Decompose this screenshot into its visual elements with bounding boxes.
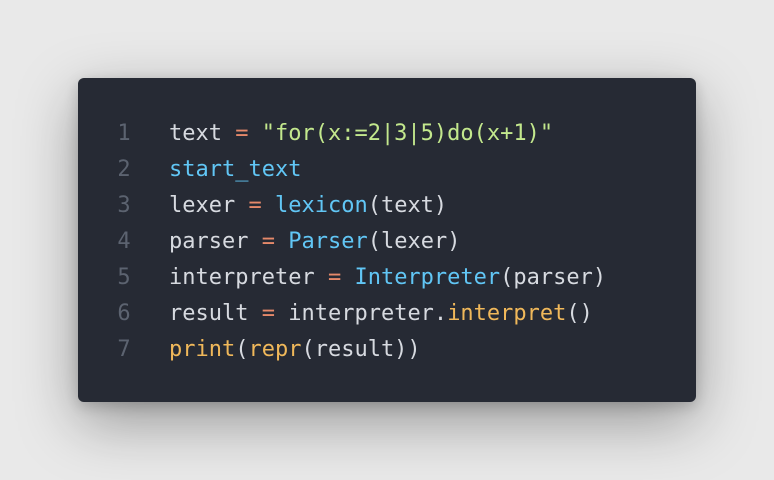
code-token-fn: Parser bbox=[288, 229, 368, 254]
line-code: start_text bbox=[169, 152, 301, 188]
code-token-plain: (text) bbox=[367, 193, 448, 218]
code-token-fn: start_text bbox=[169, 157, 302, 182]
code-line: 4 parser = Parser(lexer) bbox=[78, 224, 696, 260]
line-code: result = interpreter.interpret() bbox=[169, 296, 593, 332]
code-token-plain: (parser) bbox=[500, 265, 607, 290]
code-token-method: interpret bbox=[447, 301, 567, 326]
line-number: 7 bbox=[117, 337, 131, 362]
code-token-plain: interpreter. bbox=[288, 301, 448, 326]
line-code: parser = Parser(lexer) bbox=[169, 224, 460, 260]
code-token-str: "for(x:=2|3|5)do(x+1)" bbox=[261, 121, 554, 146]
code-snippet-window: 1 text = "for(x:=2|3|5)do(x+1)" 2 start_tex… bbox=[78, 78, 696, 402]
line-code: lexer = lexicon(text) bbox=[169, 188, 447, 224]
code-token-plain: lexer bbox=[169, 193, 236, 218]
code-line: 3 lexer = lexicon(text) bbox=[78, 188, 696, 224]
line-number: 1 bbox=[117, 121, 131, 146]
code-token-plain: (result)) bbox=[301, 337, 421, 362]
code-token-op: = bbox=[235, 121, 249, 146]
line-number: 4 bbox=[117, 229, 131, 254]
code-token-plain: interpreter bbox=[169, 265, 315, 290]
code-token-op: = bbox=[248, 193, 262, 218]
code-token-plain: () bbox=[566, 301, 593, 326]
code-line: 2 start_text bbox=[78, 152, 696, 188]
code-token-op: = bbox=[261, 229, 275, 254]
line-number: 5 bbox=[117, 265, 131, 290]
line-number: 6 bbox=[117, 301, 131, 326]
code-token-plain: text bbox=[169, 121, 222, 146]
code-token-fn: lexicon bbox=[274, 193, 368, 218]
line-number: 3 bbox=[117, 193, 131, 218]
code-token-builtin: print bbox=[169, 337, 236, 362]
line-number: 2 bbox=[117, 157, 131, 182]
code-lines: 1 text = "for(x:=2|3|5)do(x+1)" 2 start_tex… bbox=[78, 116, 696, 368]
line-code: interpreter = Interpreter(parser) bbox=[169, 260, 606, 296]
code-token-op: = bbox=[261, 301, 275, 326]
line-code: text = "for(x:=2|3|5)do(x+1)" bbox=[169, 116, 553, 152]
code-token-fn: Interpreter bbox=[354, 265, 501, 290]
code-line: 6 result = interpreter.interpret() bbox=[78, 296, 696, 332]
code-token-plain: parser bbox=[169, 229, 249, 254]
code-line: 1 text = "for(x:=2|3|5)do(x+1)" bbox=[78, 116, 696, 152]
code-token-plain: ( bbox=[235, 337, 249, 362]
code-token-builtin: repr bbox=[248, 337, 302, 362]
code-token-plain: (lexer) bbox=[367, 229, 461, 254]
code-line: 7 print(repr(result)) bbox=[78, 332, 696, 368]
line-code: print(repr(result)) bbox=[169, 332, 421, 368]
code-token-plain: result bbox=[169, 301, 249, 326]
code-line: 5 interpreter = Interpreter(parser) bbox=[78, 260, 696, 296]
code-token-op: = bbox=[327, 265, 342, 290]
